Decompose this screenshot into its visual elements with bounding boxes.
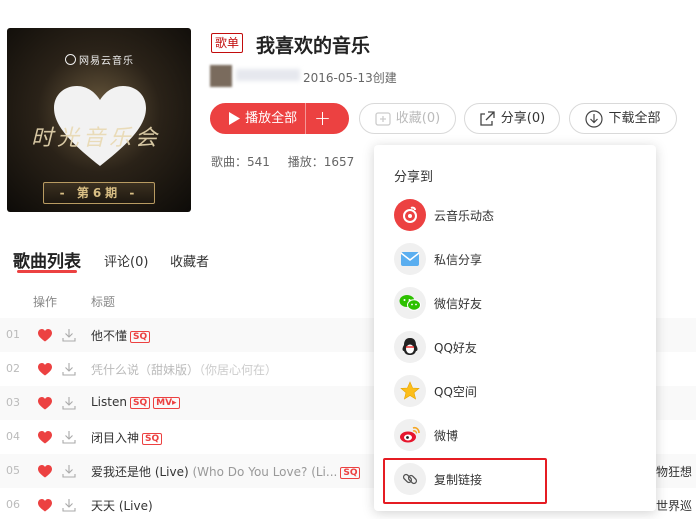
share-popup-title: 分享到 bbox=[394, 170, 434, 185]
song-title[interactable]: 凭什么说（甜妹版）（你居心何在） bbox=[91, 361, 277, 378]
tab-comments[interactable]: 评论(0) bbox=[104, 251, 148, 270]
qq-icon bbox=[394, 331, 426, 363]
playlist-title: 我喜欢的音乐 bbox=[256, 35, 371, 57]
like-heart-icon[interactable] bbox=[38, 329, 52, 345]
copy-link-highlight-box bbox=[383, 458, 547, 504]
song-title-text: 他不懂 bbox=[91, 329, 128, 343]
share-weibo[interactable]: 微博 bbox=[394, 417, 634, 453]
collect-button[interactable]: 收藏(0) bbox=[359, 103, 456, 134]
song-index: 01 bbox=[6, 328, 20, 341]
wechat-icon bbox=[394, 287, 426, 319]
play-count: 播放：1657 bbox=[287, 155, 355, 169]
song-title[interactable]: 他不懂 SQ bbox=[91, 327, 151, 344]
play-icon bbox=[229, 112, 241, 125]
song-alias: (Who Do You Love? (Li... bbox=[188, 465, 338, 479]
share-qq-friends[interactable]: QQ好友 bbox=[394, 329, 634, 365]
column-header-title[interactable]: 标题 bbox=[91, 293, 115, 310]
play-all-button[interactable]: 播放全部 + bbox=[210, 103, 349, 134]
song-alias: （你居心何在） bbox=[199, 363, 278, 377]
song-title-text: 闭目入神 bbox=[91, 431, 140, 445]
sq-badge: SQ bbox=[340, 467, 361, 479]
song-title[interactable]: 天天 (Live) bbox=[91, 497, 153, 514]
song-count: 歌曲：541 bbox=[211, 155, 270, 169]
netease-cloud-music-icon bbox=[394, 199, 426, 231]
creator-nickname[interactable] bbox=[236, 69, 300, 81]
playlist-stats: 歌曲：541 播放：1657 bbox=[211, 153, 368, 170]
download-song-icon[interactable] bbox=[62, 362, 76, 379]
share-popup: 分享到 云音乐动态 私信分享 微信好友 QQ好友 QQ空间 微博 复制链接 bbox=[374, 145, 656, 511]
download-song-icon[interactable] bbox=[62, 328, 76, 345]
creator-avatar[interactable] bbox=[210, 65, 232, 87]
sq-badge: SQ bbox=[129, 397, 151, 409]
song-title[interactable]: 爱我还是他 (Live) (Who Do You Love? (Li... SQ bbox=[91, 463, 361, 480]
download-song-icon[interactable] bbox=[62, 430, 76, 447]
like-heart-icon[interactable] bbox=[38, 431, 52, 447]
tab-songs[interactable]: 歌曲列表 bbox=[13, 247, 81, 272]
song-album[interactable]: 世界巡 bbox=[656, 497, 692, 514]
cover-brand: 网易云音乐 bbox=[65, 52, 134, 67]
sq-badge: SQ bbox=[130, 331, 151, 343]
song-index: 05 bbox=[6, 464, 20, 477]
qzone-star-icon bbox=[394, 375, 426, 407]
song-title[interactable]: Listen SQ MV▸ bbox=[91, 395, 180, 409]
like-heart-icon[interactable] bbox=[38, 397, 52, 413]
created-date: 2016-05-13创建 bbox=[303, 71, 397, 85]
share-qzone[interactable]: QQ空间 bbox=[394, 373, 634, 409]
share-wechat-friends[interactable]: 微信好友 bbox=[394, 285, 634, 321]
song-title-text: 凭什么说（甜妹版） bbox=[91, 363, 200, 377]
download-song-icon[interactable] bbox=[62, 464, 76, 481]
song-index: 04 bbox=[6, 430, 20, 443]
download-song-icon[interactable] bbox=[62, 396, 76, 413]
share-to-cloud-music-feed[interactable]: 云音乐动态 bbox=[394, 197, 634, 233]
song-title[interactable]: 闭目入神 SQ bbox=[91, 429, 163, 446]
cover-issue-label: - 第6期 - bbox=[43, 182, 155, 204]
song-index: 06 bbox=[6, 498, 20, 511]
like-heart-icon[interactable] bbox=[38, 363, 52, 379]
share-private-message[interactable]: 私信分享 bbox=[394, 241, 634, 277]
mv-badge[interactable]: MV▸ bbox=[153, 397, 180, 409]
cover-script-text: 时光音乐会 bbox=[31, 126, 162, 151]
song-title-text: 天天 (Live) bbox=[91, 499, 153, 513]
song-title-text: Listen bbox=[91, 395, 127, 409]
mail-icon bbox=[394, 243, 426, 275]
share-icon bbox=[480, 111, 495, 126]
playlist-cover: 网易云音乐 时光音乐会 - 第6期 - bbox=[7, 28, 191, 212]
netease-logo-icon bbox=[65, 54, 76, 65]
playlist-badge: 歌单 bbox=[211, 33, 244, 53]
download-song-icon[interactable] bbox=[62, 498, 76, 515]
download-all-button[interactable]: 下载全部 bbox=[569, 103, 677, 134]
sq-badge: SQ bbox=[142, 433, 163, 445]
download-icon bbox=[585, 109, 604, 128]
song-title-text: 爱我还是他 (Live) bbox=[91, 465, 189, 479]
active-tab-indicator bbox=[17, 270, 77, 273]
song-index: 02 bbox=[6, 362, 20, 375]
like-heart-icon[interactable] bbox=[38, 465, 52, 481]
tab-collectors[interactable]: 收藏者 bbox=[170, 251, 209, 270]
add-folder-icon bbox=[375, 111, 391, 126]
like-heart-icon[interactable] bbox=[38, 499, 52, 515]
add-to-playlist-button[interactable]: + bbox=[314, 104, 331, 133]
song-album[interactable]: 物狂想 bbox=[656, 463, 692, 480]
song-index: 03 bbox=[6, 396, 20, 409]
column-header-operation: 操作 bbox=[33, 295, 58, 309]
weibo-icon bbox=[394, 419, 426, 451]
share-button[interactable]: 分享(0) bbox=[464, 103, 560, 134]
